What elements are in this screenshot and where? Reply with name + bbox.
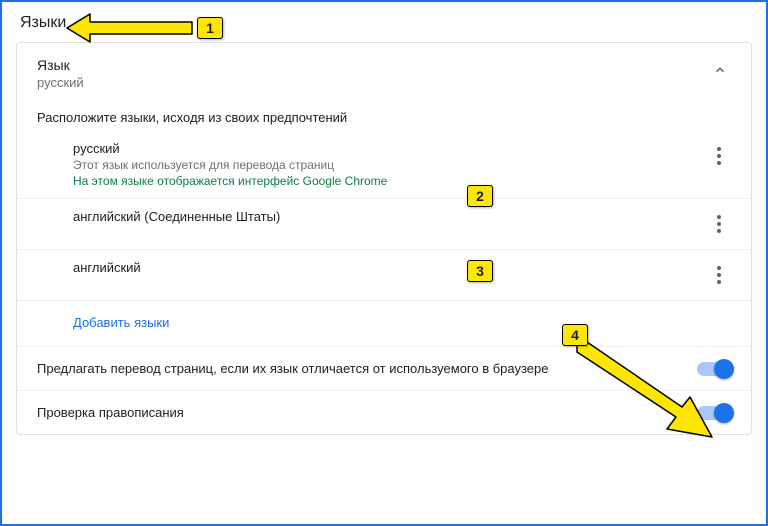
panel-label: Язык xyxy=(37,57,84,73)
annotation-arrow-4 xyxy=(572,337,732,447)
annotation-badge-4: 4 xyxy=(562,324,588,346)
language-more-button[interactable] xyxy=(707,141,731,171)
panel-sublabel: русский xyxy=(37,75,84,90)
language-row: английский xyxy=(17,249,751,300)
more-vert-icon xyxy=(717,147,721,165)
annotation-badge-2: 2 xyxy=(467,185,493,207)
language-ui-note: На этом языке отображается интерфейс Goo… xyxy=(73,174,387,188)
language-row: английский (Соединенные Штаты) xyxy=(17,198,751,249)
translate-toggle-label: Предлагать перевод страниц, если их язык… xyxy=(37,361,549,376)
annotation-arrow-1 xyxy=(62,8,202,48)
language-note: Этот язык используется для перевода стра… xyxy=(73,158,387,172)
language-more-button[interactable] xyxy=(707,260,731,290)
language-panel-header[interactable]: Язык русский xyxy=(17,43,751,102)
more-vert-icon xyxy=(717,266,721,284)
spellcheck-toggle-label: Проверка правописания xyxy=(37,405,184,420)
language-name: английский xyxy=(73,260,141,275)
language-row: русский Этот язык используется для перев… xyxy=(17,131,751,198)
language-name: русский xyxy=(73,141,387,156)
collapse-chevron-icon[interactable] xyxy=(709,59,731,81)
language-name: английский (Соединенные Штаты) xyxy=(73,209,280,224)
add-language-link[interactable]: Добавить языки xyxy=(73,315,169,330)
language-more-button[interactable] xyxy=(707,209,731,239)
annotation-badge-1: 1 xyxy=(197,17,223,39)
annotation-badge-3: 3 xyxy=(467,260,493,282)
order-instruction: Расположите языки, исходя из своих предп… xyxy=(17,102,751,131)
more-vert-icon xyxy=(717,215,721,233)
